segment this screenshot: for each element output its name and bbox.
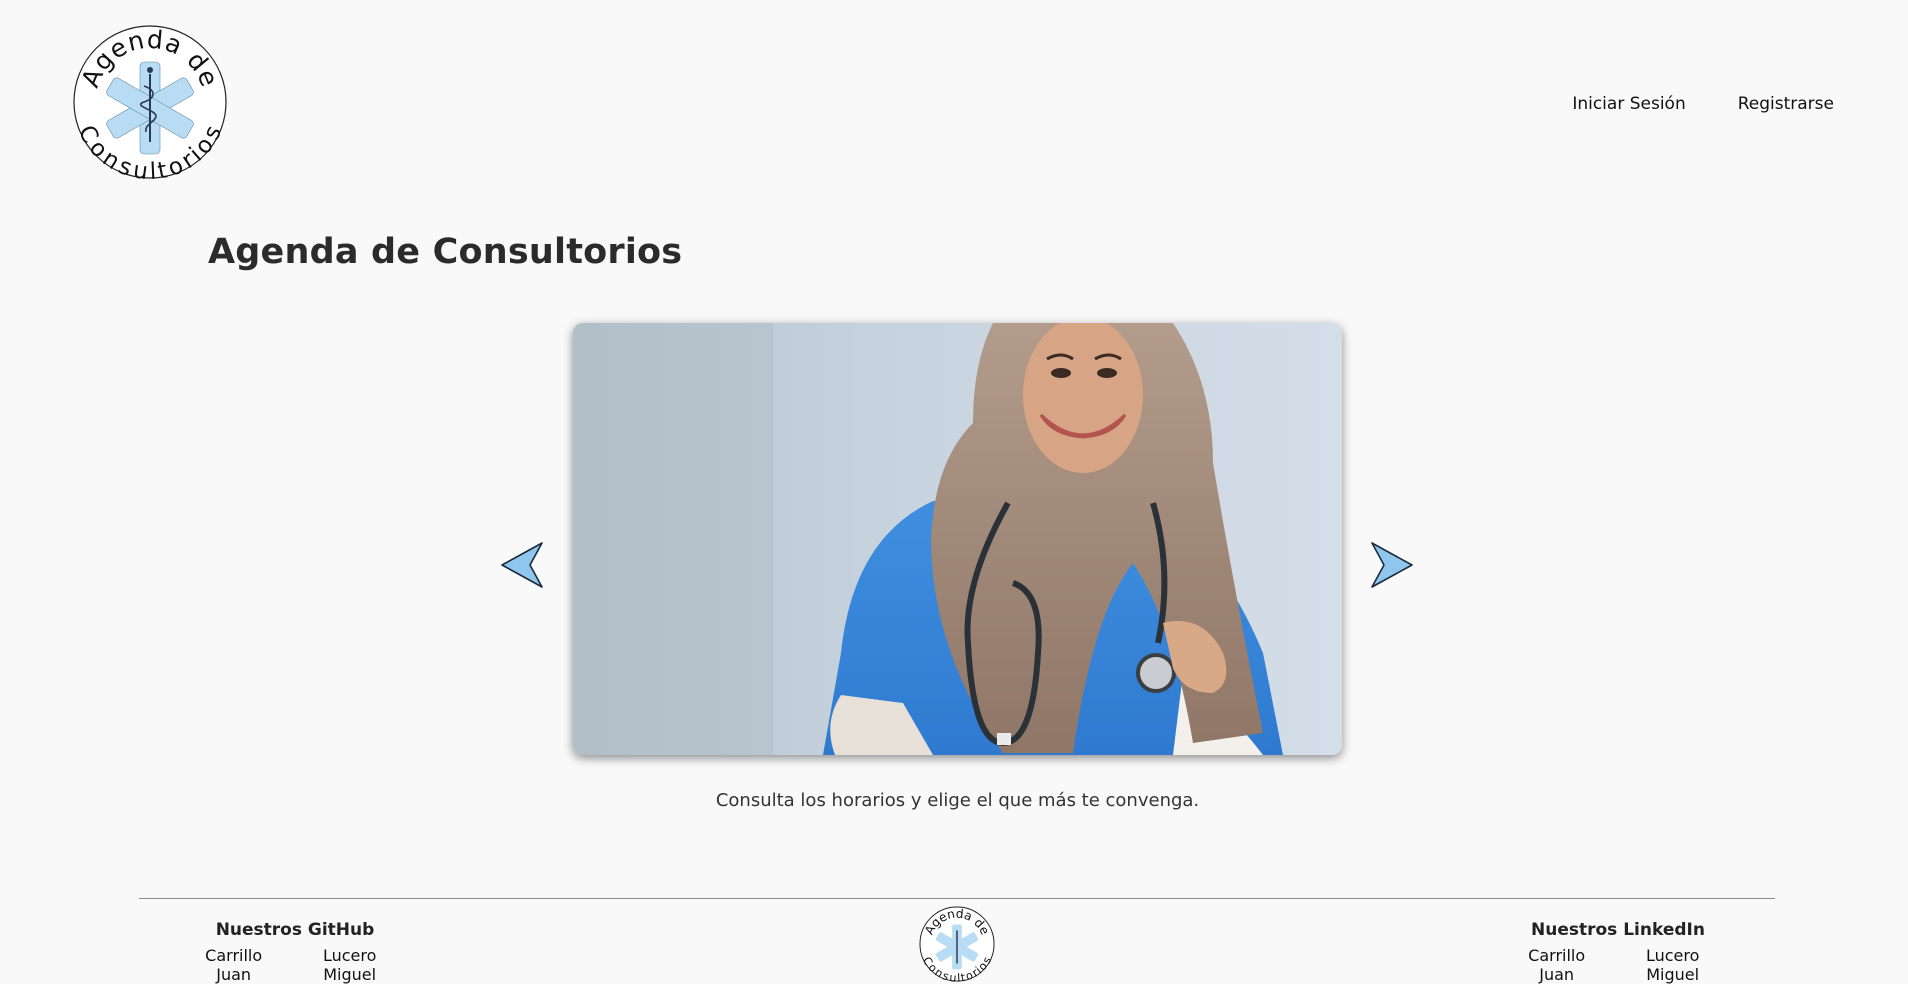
page-title: Agenda de Consultorios xyxy=(208,232,683,272)
arrow-left-icon xyxy=(501,542,543,588)
footer-linkedin: Nuestros LinkedIn Carrillo Juan Lucero M… xyxy=(1512,920,1724,984)
top-nav: Iniciar Sesión Registrarse xyxy=(1572,94,1834,114)
github-heading: Nuestros GitHub xyxy=(215,920,375,940)
linkedin-heading: Nuestros LinkedIn xyxy=(1531,920,1705,940)
footer-logo: Agenda de Consultorios xyxy=(919,906,995,982)
arrow-right-icon xyxy=(1371,542,1413,588)
footer-divider xyxy=(139,898,1775,899)
carousel-caption: Consulta los horarios y elige el que más… xyxy=(715,790,1200,811)
doctor-photo xyxy=(573,323,1342,755)
register-link[interactable]: Registrarse xyxy=(1738,94,1834,114)
linkedin-link-lucero[interactable]: Lucero Miguel xyxy=(1621,946,1724,984)
footer-github: Nuestros GitHub Carrillo Juan Lucero Mig… xyxy=(189,920,401,984)
github-link-carrillo[interactable]: Carrillo Juan xyxy=(189,946,278,984)
carousel-next-button[interactable] xyxy=(1368,541,1414,589)
github-link-lucero[interactable]: Lucero Miguel xyxy=(298,946,401,984)
carousel-image xyxy=(573,323,1342,755)
linkedin-link-carrillo[interactable]: Carrillo Juan xyxy=(1512,946,1601,984)
page: Agenda de Consultorios Iniciar Sesión Re… xyxy=(0,0,1908,984)
login-link[interactable]: Iniciar Sesión xyxy=(1572,94,1685,114)
carousel-prev-button[interactable] xyxy=(500,541,546,589)
logo[interactable]: Agenda de Consultorios xyxy=(72,24,228,180)
